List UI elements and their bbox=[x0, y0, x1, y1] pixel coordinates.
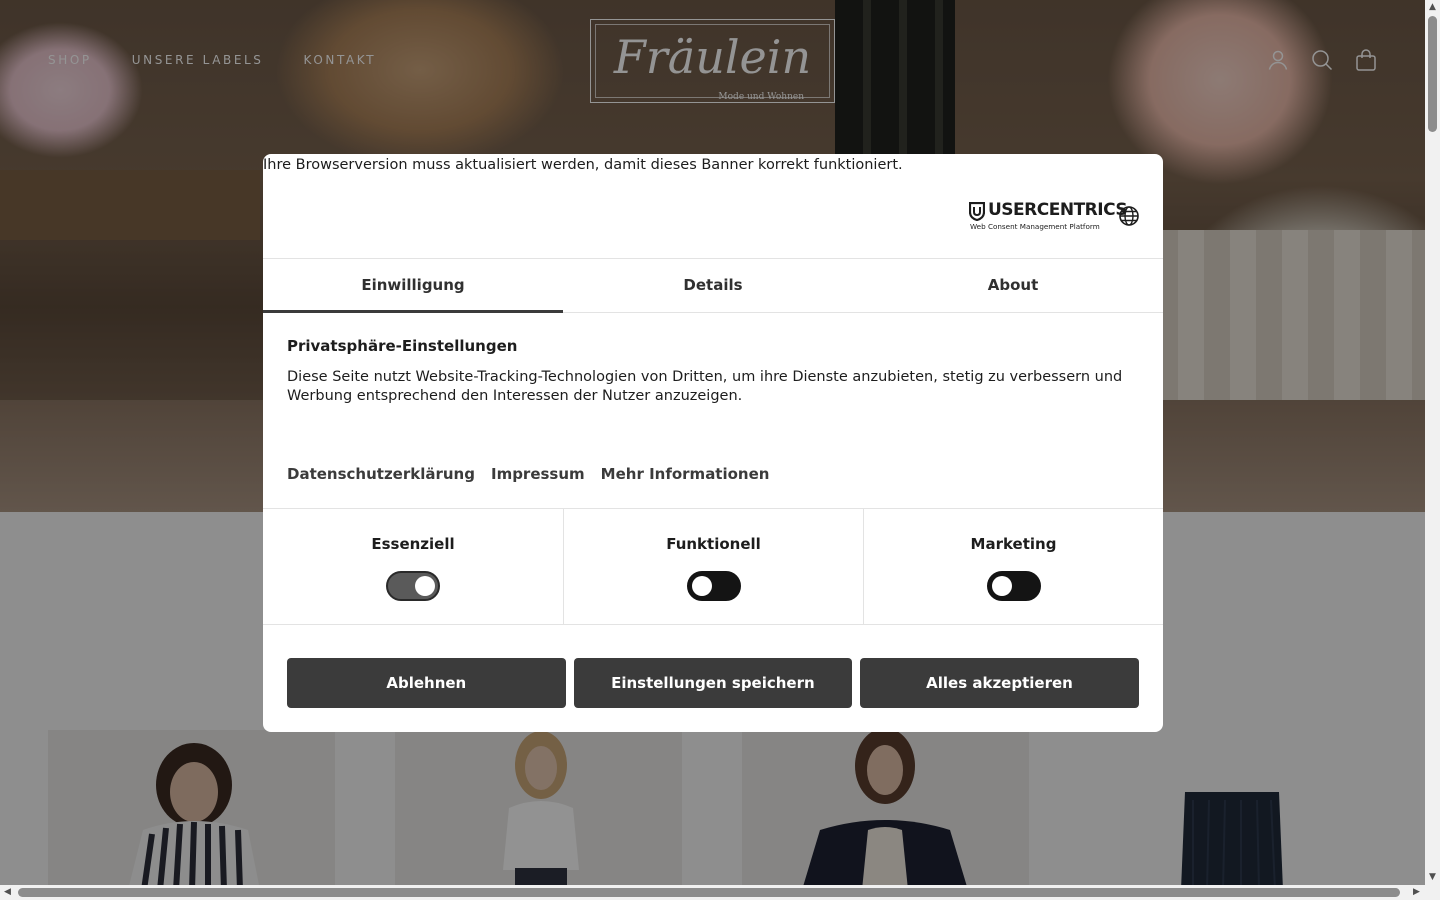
horizontal-scroll-thumb[interactable] bbox=[18, 888, 1400, 897]
privacy-policy-link[interactable]: Datenschutzerklärung bbox=[287, 465, 475, 483]
globe-icon[interactable] bbox=[1118, 205, 1140, 231]
scroll-down-icon[interactable]: ▼ bbox=[1425, 870, 1440, 885]
tab-details[interactable]: Details bbox=[563, 259, 863, 313]
tab-einwilligung[interactable]: Einwilligung bbox=[263, 259, 563, 313]
category-label: Funktionell bbox=[666, 535, 761, 553]
funktionell-toggle[interactable] bbox=[687, 571, 741, 601]
usercentrics-name: USERCENTRICS bbox=[988, 200, 1128, 220]
consent-links: Datenschutzerklärung Impressum Mehr Info… bbox=[287, 465, 769, 483]
toggle-knob bbox=[692, 576, 712, 596]
category-label: Essenziell bbox=[371, 535, 455, 553]
essenziell-toggle[interactable] bbox=[386, 571, 440, 601]
vertical-scroll-thumb[interactable] bbox=[1428, 16, 1437, 132]
deny-button[interactable]: Ablehnen bbox=[287, 658, 566, 708]
tab-about[interactable]: About bbox=[863, 259, 1163, 313]
accept-all-button[interactable]: Alles akzeptieren bbox=[860, 658, 1139, 708]
category-funktionell: Funktionell bbox=[563, 509, 863, 625]
toggle-knob bbox=[415, 576, 435, 596]
category-marketing: Marketing bbox=[863, 509, 1163, 625]
usercentrics-logo: USERCENTRICS Web Consent Management Plat… bbox=[969, 200, 1128, 234]
scroll-right-icon[interactable]: ▶ bbox=[1409, 885, 1424, 900]
category-label: Marketing bbox=[970, 535, 1057, 553]
more-info-link[interactable]: Mehr Informationen bbox=[601, 465, 770, 483]
scroll-left-icon[interactable]: ◀ bbox=[0, 885, 15, 900]
consent-categories: Essenziell Funktionell Marketing bbox=[263, 508, 1163, 625]
category-essenziell: Essenziell bbox=[263, 509, 563, 625]
usercentrics-tagline: Web Consent Management Platform bbox=[970, 222, 1100, 231]
privacy-description: Diese Seite nutzt Website-Tracking-Techn… bbox=[287, 369, 1123, 404]
toggle-knob bbox=[992, 576, 1012, 596]
consent-tabs: Einwilligung Details About bbox=[263, 258, 1163, 313]
imprint-link[interactable]: Impressum bbox=[491, 465, 585, 483]
browser-update-notice: Ihre Browserversion muss aktualisiert we… bbox=[263, 157, 903, 173]
save-settings-button[interactable]: Einstellungen speichern bbox=[573, 658, 853, 708]
consent-actions: Ablehnen Einstellungen speichern Alles a… bbox=[287, 658, 1139, 708]
scroll-up-icon[interactable]: ▲ bbox=[1425, 0, 1440, 15]
vertical-scrollbar[interactable]: ▲ ▼ bbox=[1425, 0, 1440, 885]
shield-icon bbox=[969, 202, 985, 221]
scrollbar-corner bbox=[1425, 885, 1440, 900]
privacy-settings-title: Privatsphäre-Einstellungen bbox=[287, 337, 518, 355]
consent-dialog: Ihre Browserversion muss aktualisiert we… bbox=[263, 154, 1163, 732]
marketing-toggle[interactable] bbox=[987, 571, 1041, 601]
horizontal-scrollbar[interactable]: ◀ ▶ bbox=[0, 885, 1425, 900]
